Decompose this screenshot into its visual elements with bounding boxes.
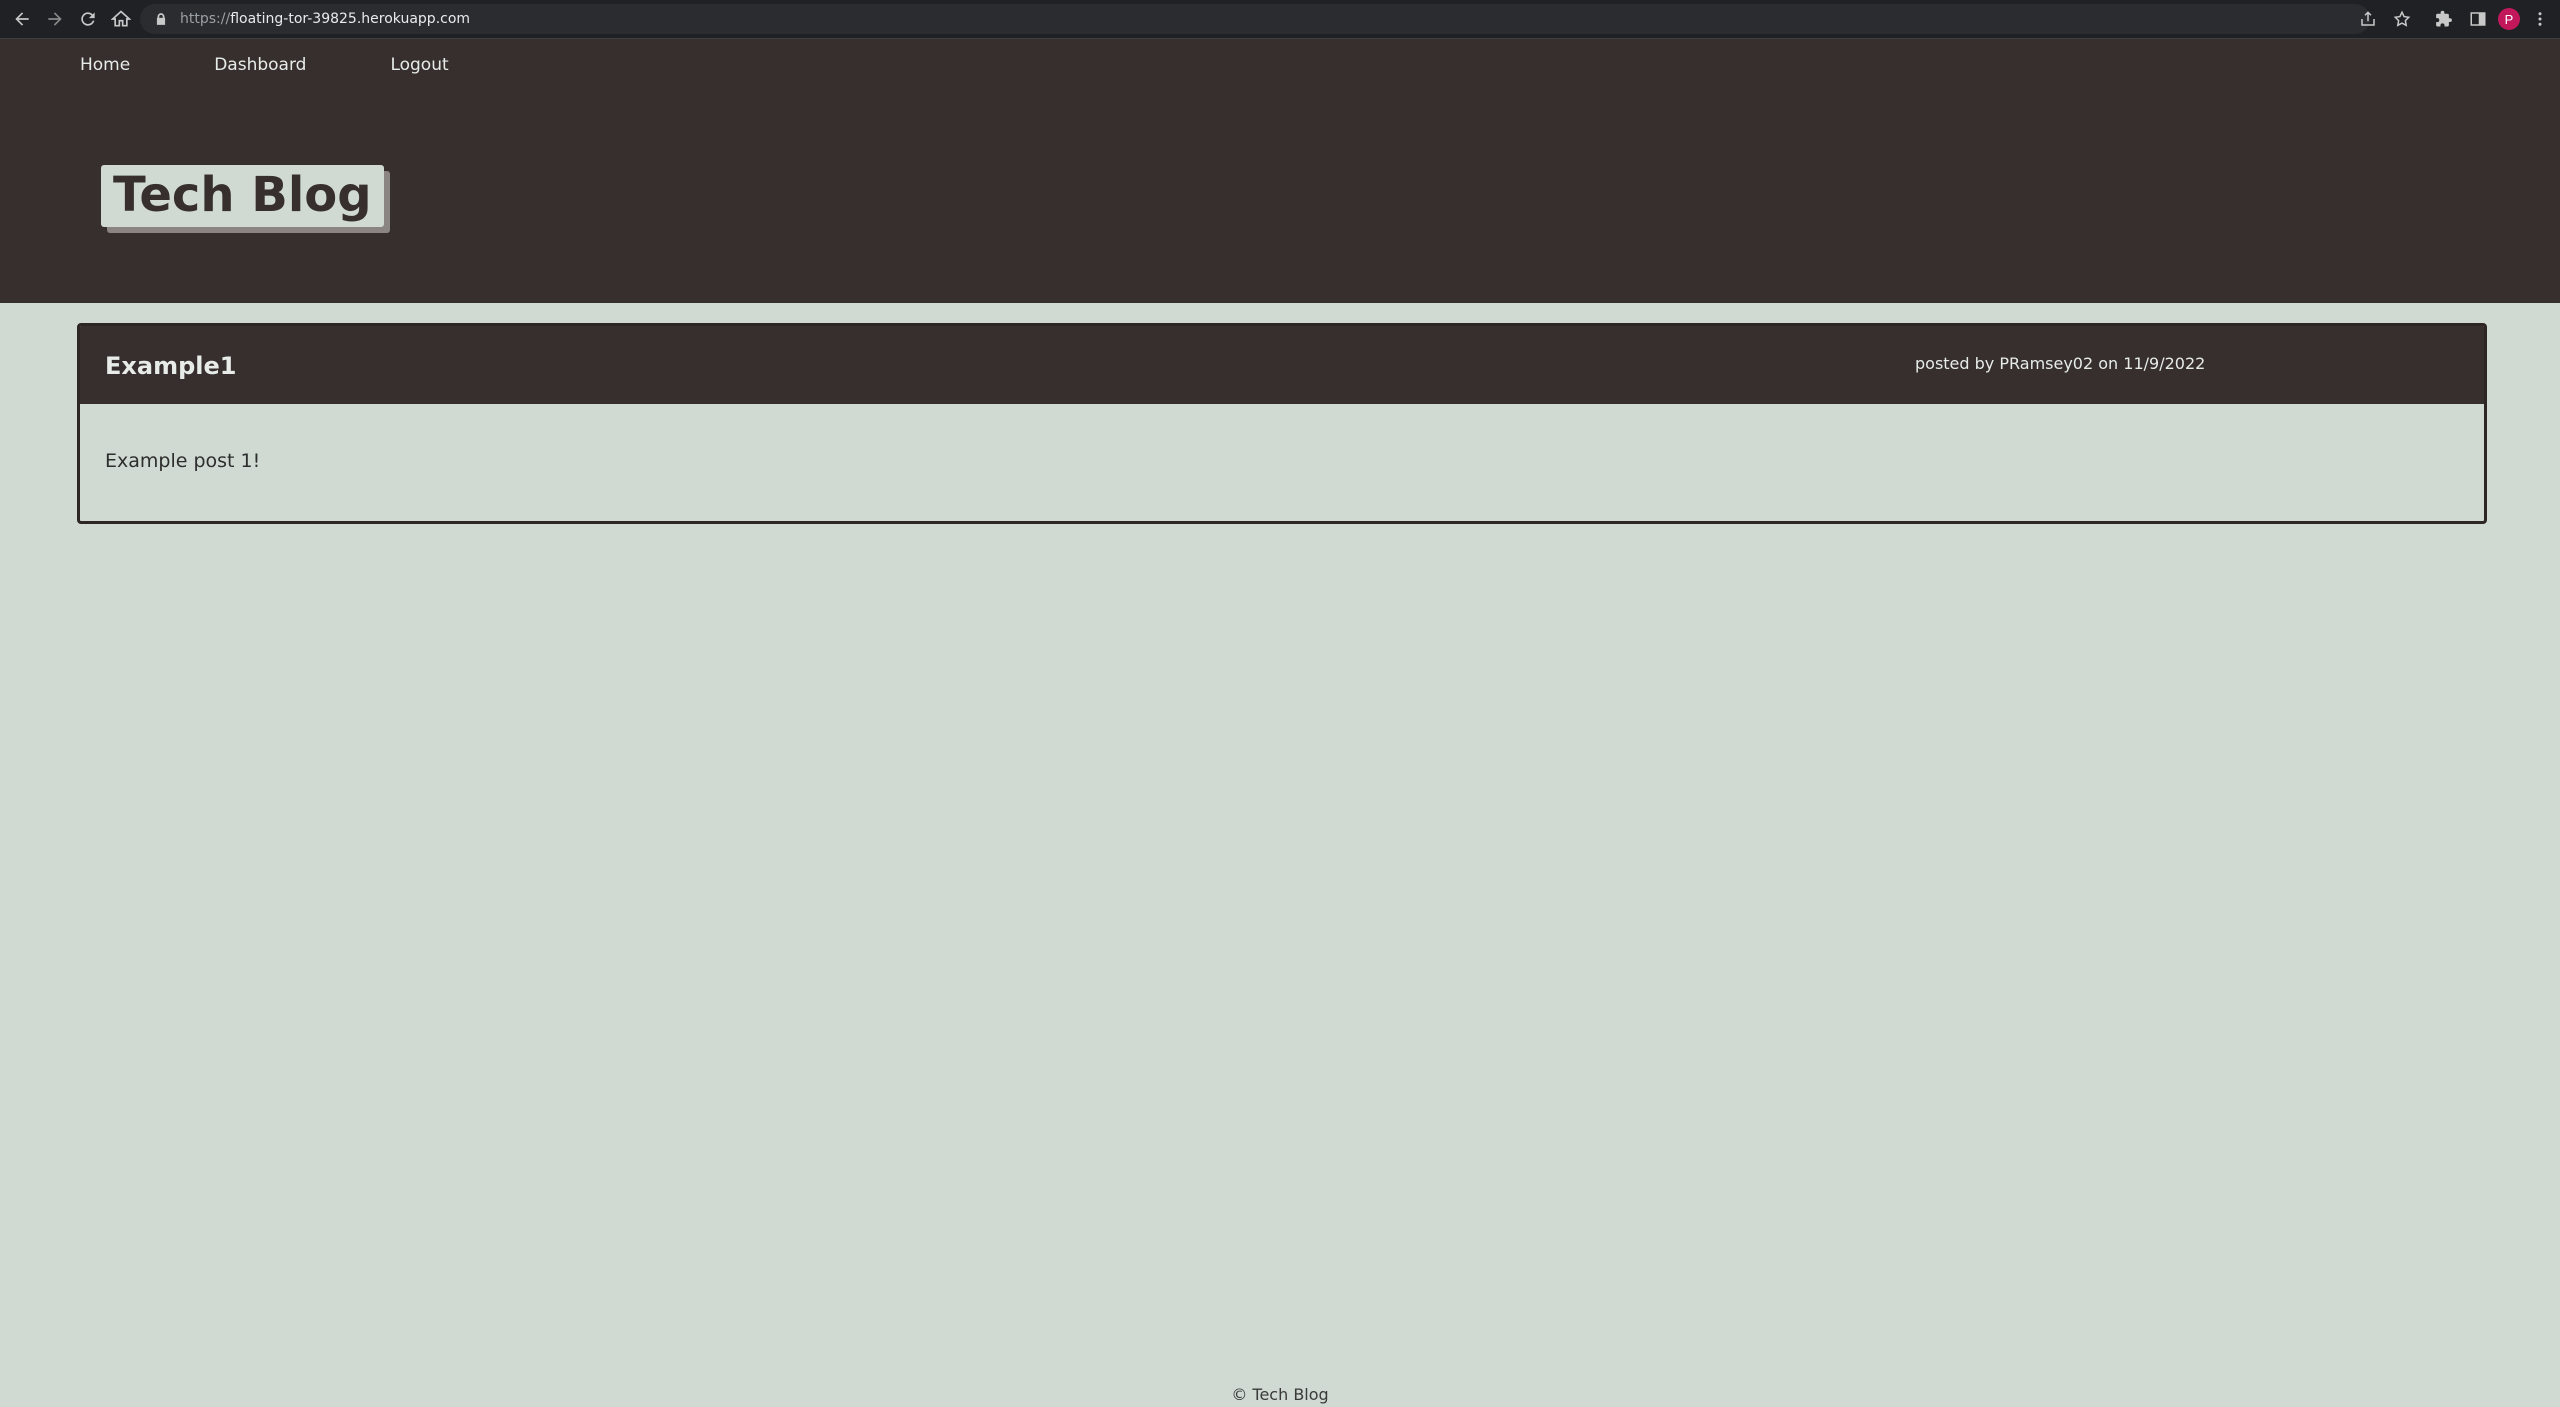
lock-icon — [156, 13, 166, 25]
url-host: floating-tor-39825.herokuapp.com — [230, 11, 471, 27]
extensions-button[interactable] — [2430, 3, 2458, 35]
home-icon — [111, 10, 131, 27]
share-button[interactable] — [2354, 3, 2382, 35]
site-header: Home Dashboard Logout Tech Blog — [0, 39, 2560, 303]
address-bar[interactable]: https://floating-tor-39825.herokuapp.com — [140, 4, 2370, 34]
site-logo[interactable]: Tech Blog — [101, 165, 384, 227]
back-button[interactable] — [6, 3, 38, 35]
forward-button[interactable] — [39, 3, 71, 35]
post-body: Example post 1! — [105, 450, 261, 472]
post-card[interactable]: Example1 posted by PRamsey02 on 11/9/202… — [77, 323, 2487, 524]
url-prefix: https:// — [180, 11, 231, 27]
star-icon — [2393, 10, 2411, 27]
share-icon — [2361, 11, 2375, 26]
nav-logout-link[interactable]: Logout — [390, 55, 448, 75]
profile-avatar[interactable]: P — [2498, 8, 2520, 30]
home-button[interactable] — [105, 3, 137, 35]
browser-toolbar: https://floating-tor-39825.herokuapp.com… — [0, 0, 2560, 39]
menu-icon — [2538, 12, 2542, 26]
url-text: https://floating-tor-39825.herokuapp.com — [180, 11, 470, 27]
site-nav: Home Dashboard Logout — [80, 55, 533, 75]
back-icon — [15, 12, 29, 26]
reload-icon — [81, 12, 95, 26]
post-title[interactable]: Example1 — [105, 352, 236, 380]
post-header: Example1 posted by PRamsey02 on 11/9/202… — [80, 326, 2484, 404]
bookmark-button[interactable] — [2388, 3, 2416, 35]
side-panel-button[interactable] — [2464, 3, 2492, 35]
site-footer: © Tech Blog — [1231, 1385, 1329, 1404]
nav-dashboard-link[interactable]: Dashboard — [214, 55, 306, 75]
extensions-icon — [2436, 10, 2452, 27]
toolbar-actions: P — [2354, 3, 2554, 35]
nav-home-link[interactable]: Home — [80, 55, 130, 75]
reload-button[interactable] — [72, 3, 104, 35]
forward-icon — [48, 12, 62, 26]
side-panel-icon — [2470, 12, 2486, 26]
browser-menu-button[interactable] — [2526, 3, 2554, 35]
post-meta: posted by PRamsey02 on 11/9/2022 — [1915, 354, 2206, 373]
